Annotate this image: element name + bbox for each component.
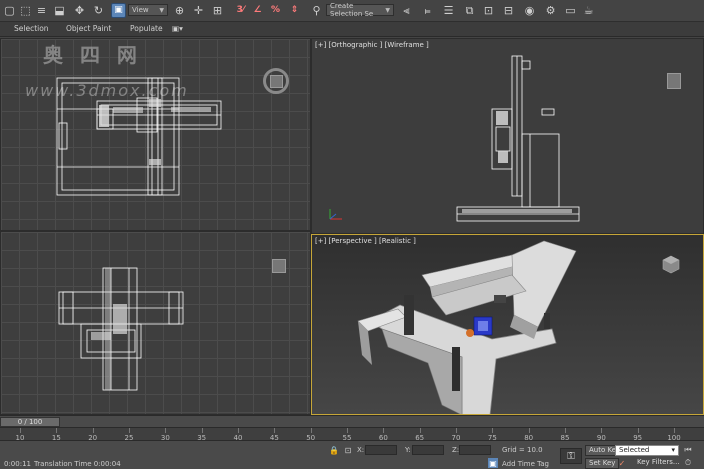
material-editor-icon[interactable]: ◉ [522, 3, 537, 18]
angle-snap-icon[interactable]: ∠ [250, 3, 265, 18]
timeline-tick-mark [56, 428, 58, 433]
snap-toggle-icon[interactable]: 3⁄ [233, 3, 248, 18]
timeline-tick-mark [456, 428, 457, 433]
reference-coordinate-dropdown[interactable]: View ▼ [128, 4, 168, 16]
move-icon[interactable]: ✥ [72, 3, 87, 18]
named-selection-sets-dropdown[interactable]: Create Selection Se ▼ [326, 2, 394, 18]
curve-editor-icon[interactable]: ⊡ [481, 3, 496, 18]
add-time-tag-icon[interactable]: ▣ [488, 458, 498, 468]
timeline-tick-mark [20, 428, 21, 433]
ribbon-toggle-icon[interactable]: ▣▾ [172, 24, 183, 33]
key-icon[interactable]: ⚿ [560, 448, 582, 464]
named-selection-sets-value: Create Selection Se [330, 2, 374, 18]
timeline-tick-mark [165, 428, 167, 433]
select-manipulate-move-icon[interactable]: ✛ [191, 3, 206, 18]
schematic-view-icon[interactable]: ⊟ [501, 3, 516, 18]
render-teapot-icon[interactable]: ☕ [581, 3, 596, 18]
axis-tripod-icon [329, 209, 342, 220]
lock-selection-icon[interactable]: 🔒 [329, 445, 339, 455]
elapsed-time: 0:00:11 [4, 460, 31, 468]
timeline-tick-mark [310, 428, 312, 433]
perspective-model [357, 240, 577, 414]
x-coordinate-label: X: [357, 446, 365, 454]
select-manipulate-icon[interactable]: ⬓ [52, 3, 67, 18]
timeline-tick-mark [601, 428, 603, 433]
mirror-icon[interactable]: ⫷ [399, 3, 414, 18]
ribbon-tabs: Selection Object Paint Populate ▣▾ [0, 22, 704, 37]
go-to-start-icon[interactable]: ⏮ [683, 445, 693, 455]
set-key-icon[interactable]: ✓ [617, 458, 627, 468]
tab-populate[interactable]: Populate [130, 24, 163, 33]
percent-snap-icon[interactable]: % [268, 3, 283, 18]
select-object-icon[interactable]: ▢ [2, 3, 17, 18]
y-coordinate-label: Y: [405, 446, 411, 454]
time-slider[interactable]: 0 / 100 [0, 417, 60, 427]
y-coordinate-field[interactable] [412, 445, 444, 455]
time-configuration-icon[interactable]: ⏱ [683, 458, 693, 468]
absolute-mode-icon[interactable]: ⊡ [343, 445, 353, 455]
timeline-tick-mark [383, 428, 385, 433]
key-mode-select[interactable]: Selected ▾ [615, 445, 679, 456]
timeline-tick-mark [565, 428, 566, 433]
timeline-tick-mark [347, 428, 348, 433]
viewport-perspective[interactable]: [+] [Perspective ] [Realistic ] [311, 234, 704, 415]
keyboard-shortcut-icon[interactable]: ⊞ [210, 3, 225, 18]
timeline-tick-mark [674, 428, 675, 433]
status-bar: 0:00:11 Translation Time 0:00:04 🔒 ⊡ X: … [0, 440, 704, 469]
timeline-tick-mark [238, 428, 239, 433]
timeline-tick-mark [492, 428, 494, 433]
key-filters-button[interactable]: Key Filters... [634, 458, 683, 469]
orthographic-wireframe [329, 55, 580, 222]
timeline-tick-mark [274, 428, 276, 433]
top-view-wireframe [56, 77, 222, 196]
spinner-snap-icon[interactable]: ⇕ [287, 3, 302, 18]
select-region-icon[interactable]: ⬚ [18, 3, 33, 18]
viewport-orthographic[interactable]: [+] [Orthographic ] [Wireframe ] [311, 38, 704, 234]
timeline-tick-mark [92, 428, 94, 433]
chevron-down-icon: ▼ [385, 6, 390, 14]
timeline-ruler[interactable]: 10 15 20 25 30 35 40 45 50 55 60 65 70 75 80 85 90 95 100 [0, 427, 704, 442]
front-view-wireframe [58, 267, 184, 391]
add-time-tag[interactable]: Add Time Tag [502, 460, 549, 468]
reference-coordinate-value: View [132, 6, 149, 14]
tab-selection[interactable]: Selection [14, 24, 49, 33]
key-mode-value: Selected [619, 446, 650, 454]
viewport-front[interactable] [0, 231, 311, 415]
timeline-tick-mark [637, 428, 639, 433]
set-key-button[interactable]: Set Key [585, 458, 620, 469]
select-by-name-icon[interactable]: ≡ [34, 3, 49, 18]
render-setup-icon[interactable]: ⚙ [543, 3, 558, 18]
chevron-down-icon: ▾ [671, 446, 675, 454]
rotate-icon[interactable]: ↻ [91, 3, 106, 18]
grid-size: Grid = 10.0 [502, 446, 543, 454]
timeline-tick-mark [201, 428, 203, 433]
z-coordinate-field[interactable] [459, 445, 491, 455]
timeline-tick-mark [528, 428, 530, 433]
layer-explorer-icon[interactable]: ☰ [441, 3, 456, 18]
timeline-tick-mark [129, 428, 130, 433]
rendered-frame-window-icon[interactable]: ▭ [563, 3, 578, 18]
viewport-top[interactable]: 奥 四 网 www.3dmox.com [0, 38, 311, 231]
scale-icon[interactable]: ▣ [111, 3, 126, 18]
tab-object-paint[interactable]: Object Paint [66, 24, 111, 33]
pivot-icon[interactable]: ⊕ [172, 3, 187, 18]
align-icon[interactable]: ⫢ [420, 3, 435, 18]
chevron-down-icon: ▼ [159, 6, 164, 14]
edit-named-selection-icon[interactable]: ⚲ [309, 3, 324, 18]
main-toolbar: ▢ ⬚ ≡ ⬓ ✥ ↻ ▣ View ▼ ⊕ ✛ ⊞ 3⁄ ∠ % ⇕ ⚲ Cr… [0, 0, 704, 22]
timeline-tick-mark [419, 428, 421, 433]
time-slider-track[interactable]: 0 / 100 [0, 415, 704, 427]
x-coordinate-field[interactable] [365, 445, 397, 455]
translation-time: Translation Time 0:00:04 [34, 460, 121, 468]
scene-explorer-icon[interactable]: ⧉ [462, 3, 477, 18]
